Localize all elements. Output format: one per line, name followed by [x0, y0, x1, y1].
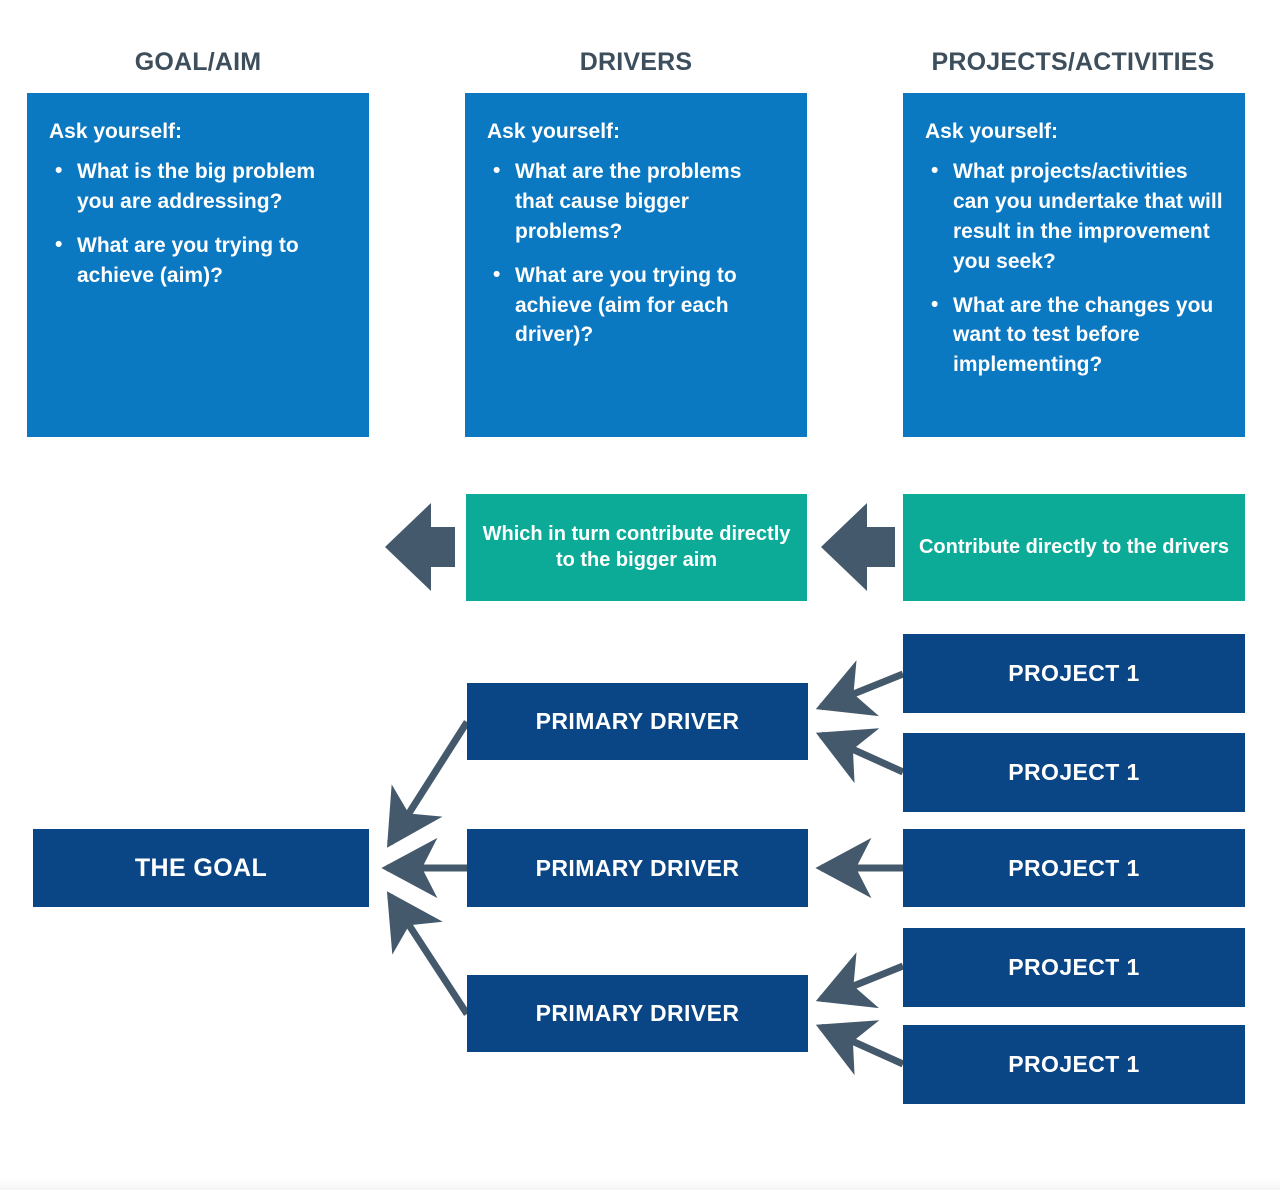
connector-arrow-left-icon [815, 660, 905, 717]
connector-arrow-left-icon [815, 728, 905, 784]
node-the-goal[interactable]: THE GOAL [33, 829, 369, 907]
node-primary-driver-1[interactable]: PRIMARY DRIVER [467, 683, 808, 760]
info-card-bullet: What projects/activities can you underta… [929, 156, 1223, 276]
node-project-4[interactable]: PROJECT 1 [903, 928, 1245, 1007]
node-project-3[interactable]: PROJECT 1 [903, 829, 1245, 907]
info-card-projects-activities: Ask yourself: What projects/activities c… [903, 93, 1245, 437]
node-primary-driver-2[interactable]: PRIMARY DRIVER [467, 829, 808, 907]
info-card-goal-aim: Ask yourself: What is the big problem yo… [27, 93, 369, 437]
connector-arrow-left-icon [386, 720, 470, 848]
info-card-drivers: Ask yourself: What are the problems that… [465, 93, 807, 437]
block-arrow-left-icon [385, 503, 455, 591]
node-project-2[interactable]: PROJECT 1 [903, 733, 1245, 812]
node-project-1[interactable]: PROJECT 1 [903, 634, 1245, 713]
info-card-lead: Ask yourself: [487, 120, 621, 143]
connector-arrow-left-icon [815, 952, 905, 1009]
info-card-bullet: What are you trying to achieve (aim for … [491, 260, 785, 350]
info-card-bullet: What is the big problem you are addressi… [53, 156, 347, 217]
connector-arrow-left-icon [386, 891, 470, 1016]
node-primary-driver-3[interactable]: PRIMARY DRIVER [467, 975, 808, 1052]
page-bottom-edge [0, 1178, 1280, 1190]
banner-contribute-to-drivers: Contribute directly to the drivers [903, 494, 1245, 601]
info-card-bullet-list: What projects/activities can you underta… [925, 156, 1223, 380]
driver-diagram-canvas: GOAL/AIM DRIVERS PROJECTS/ACTIVITIES Ask… [0, 0, 1280, 1190]
banner-contribute-to-bigger-aim: Which in turn contribute directly to the… [466, 494, 807, 601]
column-header-drivers: DRIVERS [579, 48, 693, 76]
info-card-bullet-list: What is the big problem you are addressi… [49, 156, 347, 291]
info-card-lead: Ask yourself: [925, 120, 1059, 143]
info-card-bullet: What are the changes you want to test be… [929, 289, 1223, 380]
node-project-5[interactable]: PROJECT 1 [903, 1025, 1245, 1104]
info-card-bullet: What are the problems that cause bigger … [491, 156, 785, 246]
connector-arrow-left-icon [815, 1020, 905, 1076]
info-card-bullet-list: What are the problems that cause bigger … [487, 156, 785, 350]
block-arrow-left-icon [821, 503, 895, 591]
column-header-projects-activities: PROJECTS/ACTIVITIES [931, 48, 1215, 76]
column-header-goal-aim: GOAL/AIM [134, 48, 262, 76]
info-card-bullet: What are you trying to achieve (aim)? [53, 230, 347, 291]
info-card-lead: Ask yourself: [49, 120, 183, 143]
